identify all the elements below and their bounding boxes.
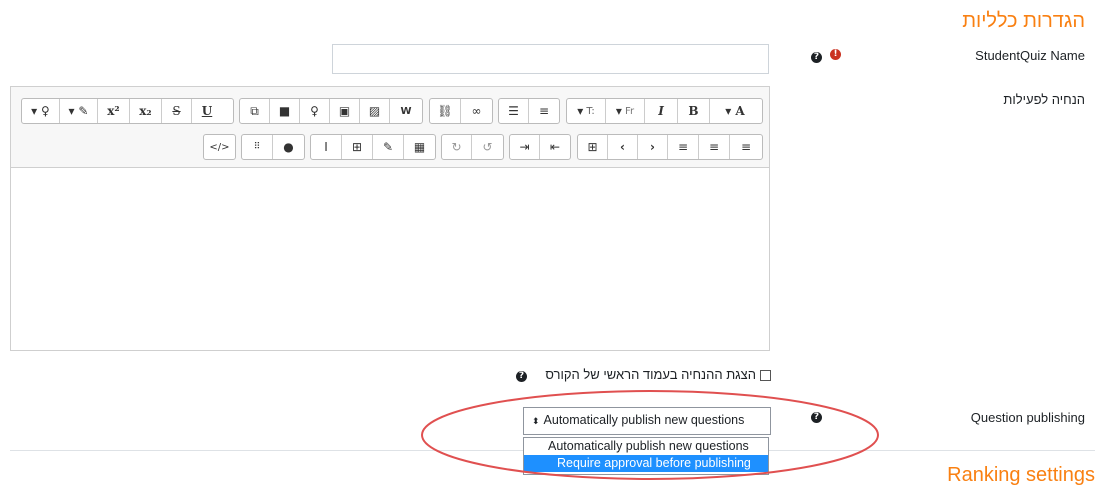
rtl-icon[interactable]: › [638, 135, 668, 159]
align-left-icon[interactable]: ≡ [730, 135, 762, 159]
ltr-icon[interactable]: ‹ [608, 135, 638, 159]
name-label: StudentQuiz Name [975, 48, 1085, 63]
italic-button[interactable]: I [645, 99, 678, 123]
name-input[interactable] [332, 44, 769, 74]
screenreader-icon[interactable]: ⠿ [242, 135, 273, 159]
toolbar-group-align: ⊞ ‹ › ≡ ≡ ≡ [577, 134, 763, 160]
record-audio-icon[interactable]: ♀ [300, 99, 330, 123]
toolbar-group-accessibility: ⠿ ● [241, 134, 305, 160]
undo-icon[interactable]: ↺ [472, 135, 503, 159]
toolbar-group-format: ▾ ♀ ▾ ✎ x² x₂ S U [21, 98, 234, 124]
intro-label: הנחיה לפעילות [1003, 92, 1085, 107]
intro-editor[interactable]: ▾ T: ▾ Fr I B ▾ A ☰ ≡ ⛓ ∞ ⧉ ■ ♀ ▣ ▨ W ▾ ♀ … [10, 86, 770, 351]
show-description-checkbox[interactable] [760, 370, 771, 381]
align-center-icon[interactable]: ≡ [699, 135, 730, 159]
unlink-icon[interactable]: ⛓ [430, 99, 461, 123]
toolbar-group-links: ⛓ ∞ [429, 98, 493, 124]
show-description-label: הצגת ההנחיה בעמוד הראשי של הקורס [545, 367, 756, 382]
numbered-list-icon[interactable]: ☰ [499, 99, 529, 123]
toolbar-group-media: ⧉ ■ ♀ ▣ ▨ W [239, 98, 423, 124]
accessibility-icon[interactable]: ● [273, 135, 304, 159]
bullet-list-icon[interactable]: ≡ [529, 99, 559, 123]
section-title-general: הגדרות כלליות [962, 10, 1085, 32]
brush-icon[interactable]: ▾ ✎ [60, 99, 98, 123]
image-icon[interactable]: ▨ [360, 99, 390, 123]
copy-icon[interactable]: ⧉ [240, 99, 270, 123]
record-video-icon[interactable]: ■ [270, 99, 300, 123]
media-icon[interactable]: ▣ [330, 99, 360, 123]
outdent-icon[interactable]: ⇤ [540, 135, 570, 159]
help-icon-show-description[interactable]: ? [516, 371, 527, 382]
superscript-icon[interactable]: x² [98, 99, 130, 123]
font-size-button[interactable]: ▾ T: [567, 99, 606, 123]
publishing-label: Question publishing [970, 410, 1085, 425]
toolbar-group-lists: ☰ ≡ [498, 98, 560, 124]
html-icon[interactable]: </> [204, 135, 235, 159]
toolbar-group-history: ↻ ↺ [441, 134, 504, 160]
help-icon-name[interactable]: ? [811, 52, 822, 63]
special-char-icon[interactable]: ⊞ [578, 135, 608, 159]
required-icon: ! [830, 49, 841, 60]
highlight-icon[interactable]: ▾ ♀ [22, 99, 60, 123]
bold-button[interactable]: B [678, 99, 710, 123]
font-color-button[interactable]: ▾ A [710, 99, 760, 123]
table-icon[interactable]: ⊞ [342, 135, 373, 159]
toolbar-group-font: ▾ T: ▾ Fr I B ▾ A [566, 98, 763, 124]
indent-icon[interactable]: ⇥ [510, 135, 540, 159]
toolbar-group-html: </> [203, 134, 236, 160]
font-family-button[interactable]: ▾ Fr [606, 99, 645, 123]
annotation-ellipse [421, 390, 879, 480]
link-icon[interactable]: ∞ [461, 99, 492, 123]
toolbar-group-indent: ⇥ ⇤ [509, 134, 571, 160]
clear-format-icon[interactable]: I [311, 135, 342, 159]
redo-icon[interactable]: ↻ [442, 135, 472, 159]
equation-icon[interactable]: ▦ [404, 135, 435, 159]
manage-files-icon[interactable]: ✎ [373, 135, 404, 159]
underline-icon[interactable]: U [192, 99, 222, 123]
subscript-icon[interactable]: x₂ [130, 99, 162, 123]
toolbar-group-insert: I ⊞ ✎ ▦ [310, 134, 436, 160]
word-icon[interactable]: W [390, 99, 422, 123]
align-right-icon[interactable]: ≡ [668, 135, 699, 159]
strikethrough-icon[interactable]: S [162, 99, 192, 123]
